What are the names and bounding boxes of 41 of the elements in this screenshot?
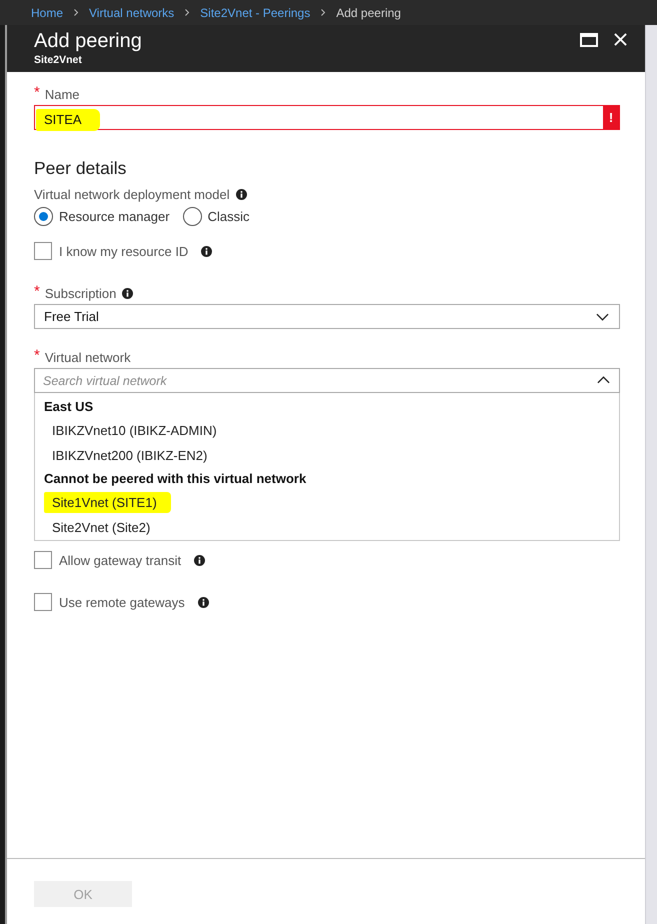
breadcrumb-link[interactable]: Site2Vnet - Peerings — [200, 6, 310, 20]
checkbox-label: Use remote gateways — [59, 594, 185, 610]
chevron-right-icon — [320, 8, 326, 17]
checkbox[interactable] — [34, 551, 52, 569]
chevron-right-icon — [184, 8, 190, 17]
required-asterisk: * — [34, 285, 40, 299]
chevron-up-icon[interactable] — [597, 376, 610, 384]
blade-title: Add peering — [34, 29, 143, 53]
breadcrumb-link[interactable]: Home — [31, 6, 64, 20]
radio-label: Classic — [208, 208, 250, 224]
error-indicator: ! — [603, 106, 619, 129]
maximize-icon[interactable] — [580, 33, 598, 47]
checkbox-label: I know my resource ID — [59, 244, 188, 258]
section-heading: Peer details — [34, 157, 128, 179]
group-heading: Cannot be peered with this virtual network — [44, 470, 308, 488]
dropdown-option[interactable]: IBIKZVnet10 (IBIKZ-ADMIN) — [44, 420, 231, 441]
checkbox[interactable] — [34, 593, 52, 611]
dropdown-option[interactable]: Site2Vnet (Site2) — [44, 517, 164, 538]
checkbox[interactable] — [34, 242, 52, 260]
field-label: Virtual network — [44, 350, 131, 364]
group-heading: East US — [44, 398, 94, 416]
dropdown-option[interactable]: Site1Vnet (SITE1) — [44, 492, 171, 513]
checkbox-label: Allow gateway transit — [59, 552, 182, 568]
radio-label: Resource manager — [59, 208, 170, 224]
chevron-right-icon — [73, 8, 80, 17]
field-label: Virtual network deployment model — [34, 186, 230, 202]
name-input[interactable]: SITEA ! — [34, 105, 620, 130]
search-field[interactable]: Search virtual network — [34, 368, 620, 393]
field-label: Name — [44, 86, 80, 102]
breadcrumb-current: Add peering — [336, 6, 401, 20]
breadcrumb-link[interactable]: Virtual networks — [89, 6, 174, 20]
required-asterisk: * — [34, 86, 40, 100]
close-icon[interactable] — [614, 33, 627, 46]
required-asterisk: * — [34, 349, 40, 363]
chevron-down-icon — [596, 312, 609, 320]
radio-button[interactable] — [182, 206, 202, 226]
radio-button[interactable] — [34, 206, 53, 226]
field-label: Subscription — [44, 286, 116, 300]
blade-subtitle: Site2Vnet — [34, 54, 83, 67]
subscription-dropdown[interactable]: Free Trial — [34, 304, 620, 329]
dropdown-option[interactable]: IBIKZVnet200 (IBIKZ-EN2) — [44, 445, 222, 466]
